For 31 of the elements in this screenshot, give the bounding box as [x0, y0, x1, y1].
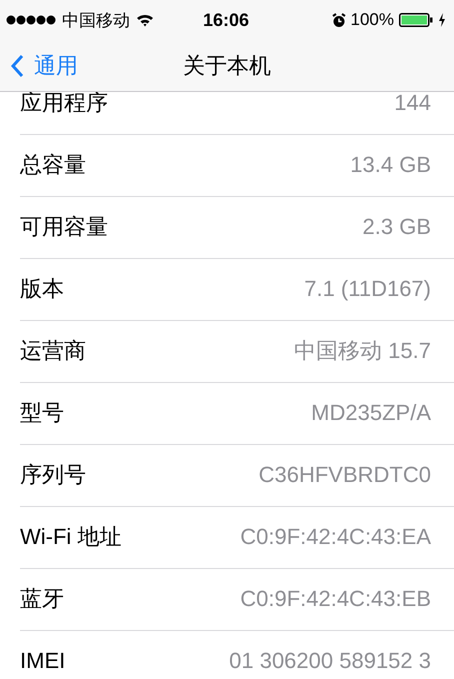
- carrier-name: 中国移动: [62, 10, 130, 32]
- row-label: 应用程序: [20, 92, 108, 116]
- row-label: 型号: [20, 401, 64, 426]
- row-label: 蓝牙: [20, 587, 64, 612]
- battery-icon: [398, 13, 433, 27]
- charging-bolt-icon: [438, 13, 446, 27]
- chevron-left-icon: [10, 54, 24, 78]
- row-label: 可用容量: [20, 215, 108, 240]
- row-label: Wi-Fi 地址: [20, 525, 122, 550]
- row-label: 总容量: [20, 153, 86, 178]
- row-label: 版本: [20, 277, 64, 302]
- battery-percent: 100%: [350, 10, 394, 30]
- row-value: 2.3 GB: [362, 215, 431, 240]
- alarm-clock-icon: [332, 12, 346, 28]
- row-value: C0:9F:42:4C:43:EA: [240, 525, 431, 550]
- row-value: C0:9F:42:4C:43:EB: [240, 587, 431, 612]
- clock-time: 16:06: [202, 10, 250, 30]
- row-label: 序列号: [20, 463, 86, 488]
- page-title: 关于本机: [183, 52, 271, 80]
- row-value: MD235ZP/A: [311, 401, 431, 426]
- row-value: C36HFVBRDTC0: [258, 463, 431, 488]
- row-label: IMEI: [20, 649, 66, 674]
- signal-icon: [6, 15, 56, 25]
- back-button[interactable]: 通用: [0, 50, 78, 80]
- row-value: 7.1 (11D167): [304, 277, 431, 302]
- row-value: 中国移动 15.7: [294, 339, 431, 364]
- row-label: 运营商: [20, 339, 86, 364]
- row-value: 144: [394, 92, 431, 116]
- row-value: 01 306200 589152 3: [229, 649, 431, 674]
- row-value: 13.4 GB: [350, 153, 431, 178]
- wifi-icon: [136, 13, 154, 27]
